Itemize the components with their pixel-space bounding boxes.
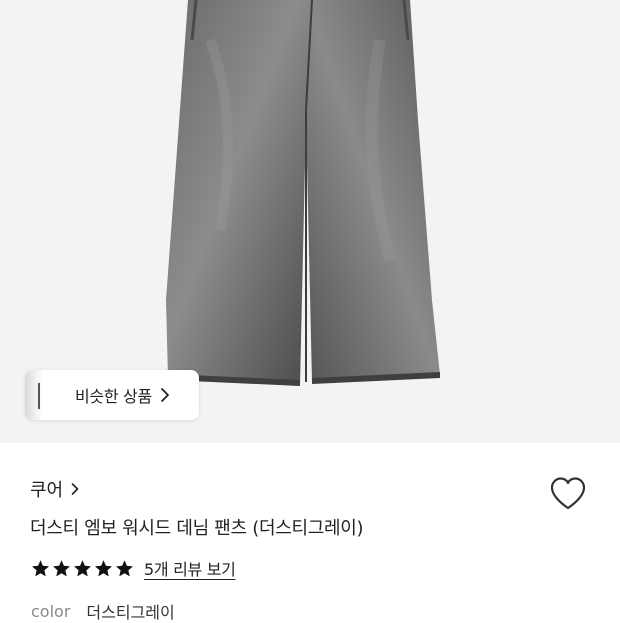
star-icon <box>32 559 49 576</box>
similar-products-button[interactable]: 비슷한 상품 <box>25 370 199 420</box>
product-image[interactable]: 비슷한 상품 <box>0 0 620 443</box>
option-label: color <box>31 601 71 621</box>
similar-products-label: 비슷한 상품 <box>75 387 152 406</box>
brand-name: 쿠어 <box>30 480 64 501</box>
reviews-link[interactable]: 5개 리뷰 보기 <box>144 556 236 580</box>
chevron-right-icon <box>71 482 79 496</box>
heart-outline-icon <box>550 477 586 510</box>
chevron-right-icon <box>160 387 170 403</box>
similar-product-thumbnail <box>25 370 55 420</box>
star-icon <box>116 559 133 576</box>
color-option: color 더스티그레이 <box>31 599 175 623</box>
star-icon <box>53 559 70 576</box>
wishlist-button[interactable] <box>548 474 588 514</box>
star-rating <box>31 559 134 578</box>
brand-link[interactable]: 쿠어 <box>30 476 79 502</box>
star-icon <box>95 559 112 576</box>
product-title: 더스티 엠보 워시드 데님 팬츠 (더스티그레이) <box>30 518 364 539</box>
star-icon <box>74 559 91 576</box>
rating-row: 5개 리뷰 보기 <box>31 556 236 580</box>
option-value: 더스티그레이 <box>86 603 175 622</box>
